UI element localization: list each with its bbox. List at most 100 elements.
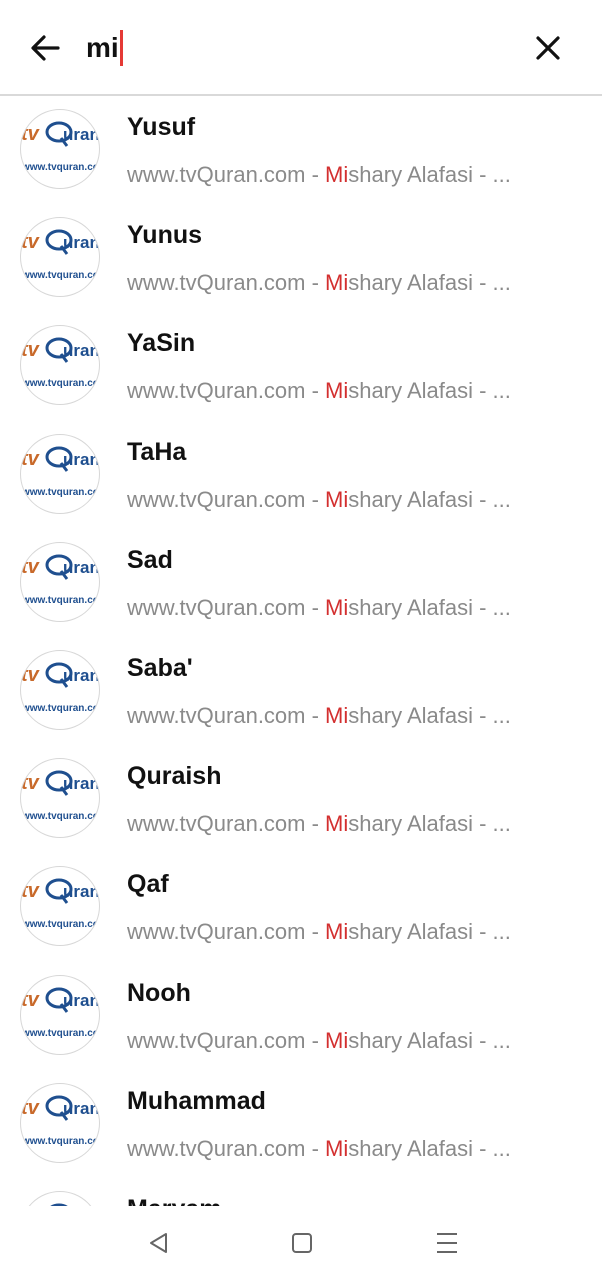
- result-subtitle: www.tvQuran.com - Mishary Alafasi - ...: [127, 1028, 547, 1054]
- tvquran-logo-avatar: tv uran www.tvquran.com: [20, 1191, 100, 1206]
- logo-domain: www.tvquran.com: [21, 811, 99, 822]
- result-subtitle: www.tvQuran.com - Mishary Alafasi - ...: [127, 487, 547, 513]
- logo-brand-tv: tv: [21, 772, 41, 794]
- tvquran-logo-avatar: tv uran www.tvquran.com: [20, 650, 100, 730]
- search-query: mi: [86, 32, 119, 63]
- result-row[interactable]: tv uran www.tvquran.com TaHa www.tvQuran…: [0, 421, 602, 529]
- logo-domain: www.tvquran.com: [21, 703, 99, 714]
- logo-brand-tv: tv: [21, 556, 41, 578]
- logo-brand-quran: uran: [63, 558, 99, 577]
- result-subtitle-rest: shary Alafasi - ...: [348, 703, 511, 728]
- result-subtitle-rest: shary Alafasi - ...: [348, 486, 511, 512]
- logo-brand-quran: uran: [63, 666, 99, 685]
- result-row[interactable]: tv uran www.tvquran.com Maryam: [0, 1178, 602, 1206]
- result-row[interactable]: tv uran www.tvquran.com Saba' www.tvQura…: [0, 637, 602, 745]
- result-row[interactable]: tv uran www.tvquran.com Muhammad www.tvQ…: [0, 1070, 602, 1178]
- system-navigation-bar: [0, 1206, 602, 1280]
- result-subtitle: www.tvQuran.com - Mishary Alafasi - ...: [127, 1136, 547, 1162]
- logo-brand-quran: uran: [63, 233, 99, 252]
- logo-domain: www.tvquran.com: [21, 1028, 99, 1039]
- result-title: Yusuf: [127, 113, 196, 141]
- tvquran-logo-icon: tv uran www.tvquran.com: [21, 770, 99, 822]
- result-subtitle-rest: shary Alafasi - ...: [348, 594, 511, 620]
- result-source: www.tvQuran.com -: [127, 270, 326, 296]
- logo-brand-quran: uran: [63, 774, 99, 793]
- result-source: www.tvQuran.com -: [127, 594, 326, 620]
- logo-brand-tv: tv: [21, 123, 41, 145]
- result-subtitle-rest: shary Alafasi - ...: [348, 811, 511, 837]
- tvquran-logo-avatar: tv uran www.tvquran.com: [20, 541, 100, 622]
- result-row[interactable]: tv uran www.tvquran.com Yusuf www.tvQura…: [0, 96, 602, 204]
- result-title: Qaf: [127, 870, 169, 899]
- result-subtitle-rest: shary Alafasi - ...: [348, 378, 511, 404]
- result-source: www.tvQuran.com -: [127, 1135, 326, 1161]
- result-row[interactable]: tv uran www.tvquran.com Sad www.tvQuran.…: [0, 529, 602, 637]
- result-row[interactable]: tv uran www.tvquran.com YaSin www.tvQura…: [0, 312, 602, 420]
- logo-brand-tv: tv: [21, 1097, 41, 1119]
- logo-domain: www.tvquran.com: [21, 378, 99, 389]
- result-match-highlight: Mi: [325, 703, 349, 728]
- nav-home-button[interactable]: [287, 1228, 317, 1258]
- logo-brand-quran: uran: [63, 450, 99, 469]
- logo-brand-tv: tv: [21, 231, 41, 253]
- logo-brand-tv: tv: [21, 880, 41, 902]
- tvquran-logo-avatar: tv uran www.tvquran.com: [20, 217, 100, 298]
- tvquran-logo-avatar: tv uran www.tvquran.com: [20, 433, 100, 514]
- tvquran-logo-avatar: tv uran www.tvquran.com: [20, 974, 100, 1055]
- result-title: Yunus: [127, 221, 203, 250]
- logo-brand-quran: uran: [63, 341, 99, 360]
- result-match-highlight: Mi: [325, 1135, 349, 1161]
- menu-lines-icon: [437, 1233, 457, 1253]
- triangle-back-icon: [150, 1233, 167, 1253]
- result-source: www.tvQuran.com -: [127, 703, 326, 728]
- result-subtitle: www.tvQuran.com - Mishary Alafasi - ...: [127, 919, 547, 945]
- logo-brand-tv: tv: [21, 989, 41, 1011]
- tvquran-logo-icon: tv uran www.tvquran.com: [21, 446, 99, 498]
- result-source: www.tvQuran.com -: [127, 378, 326, 404]
- result-subtitle: www.tvQuran.com - Mishary Alafasi - ...: [127, 595, 547, 621]
- logo-domain: www.tvquran.com: [21, 1136, 99, 1147]
- result-row[interactable]: tv uran www.tvquran.com Quraish www.tvQu…: [0, 745, 602, 853]
- result-row[interactable]: tv uran www.tvquran.com Yunus www.tvQura…: [0, 204, 602, 312]
- result-match-highlight: Mi: [325, 919, 349, 945]
- square-home-icon: [292, 1233, 312, 1253]
- logo-domain: www.tvquran.com: [21, 595, 99, 606]
- logo-domain: www.tvquran.com: [21, 919, 99, 930]
- clear-search-button[interactable]: [528, 28, 568, 68]
- search-bar: mi: [0, 0, 602, 96]
- result-row[interactable]: tv uran www.tvquran.com Nooh www.tvQuran…: [0, 962, 602, 1070]
- tvquran-logo-icon: tv uran www.tvquran.com: [21, 554, 99, 606]
- result-subtitle: www.tvQuran.com - Mishary Alafasi - ...: [127, 270, 547, 296]
- nav-back-button[interactable]: [144, 1228, 174, 1258]
- result-source: www.tvQuran.com -: [127, 1027, 326, 1053]
- logo-brand-tv: tv: [21, 339, 41, 361]
- tvquran-logo-icon: tv uran www.tvquran.com: [21, 1095, 99, 1147]
- tvquran-logo-avatar: tv uran www.tvquran.com: [20, 758, 100, 839]
- nav-menu-button[interactable]: [432, 1228, 462, 1258]
- tvquran-logo-icon: tv uran www.tvquran.com: [21, 987, 99, 1039]
- tvquran-logo-avatar: tv uran www.tvquran.com: [20, 1082, 100, 1163]
- result-title: Maryam: [127, 1195, 222, 1206]
- result-match-highlight: Mi: [325, 1027, 349, 1053]
- tvquran-logo-icon: tv uran www.tvquran.com: [21, 121, 99, 173]
- result-match-highlight: Mi: [325, 378, 349, 404]
- logo-brand-tv: tv: [21, 448, 41, 470]
- logo-domain: www.tvquran.com: [21, 487, 99, 498]
- result-title: Muhammad: [127, 1086, 266, 1115]
- back-button[interactable]: [26, 28, 66, 68]
- tvquran-logo-avatar: tv uran www.tvquran.com: [20, 866, 100, 947]
- logo-brand-tv: tv: [21, 664, 41, 686]
- result-subtitle: www.tvQuran.com - Mishary Alafasi - ...: [127, 378, 547, 404]
- search-input[interactable]: mi: [86, 28, 486, 68]
- result-subtitle-rest: shary Alafasi - ...: [348, 1027, 511, 1053]
- tvquran-logo-avatar: tv uran www.tvquran.com: [20, 109, 100, 189]
- result-title: TaHa: [127, 437, 187, 466]
- result-subtitle-rest: shary Alafasi - ...: [348, 162, 511, 187]
- logo-brand-quran: uran: [63, 882, 99, 901]
- result-title: Nooh: [127, 978, 191, 1007]
- result-source: www.tvQuran.com -: [127, 162, 326, 187]
- result-row[interactable]: tv uran www.tvquran.com Qaf www.tvQuran.…: [0, 853, 602, 961]
- logo-brand-quran: uran: [63, 125, 99, 144]
- close-icon: [536, 36, 560, 60]
- tvquran-logo-avatar: tv uran www.tvquran.com: [20, 325, 100, 406]
